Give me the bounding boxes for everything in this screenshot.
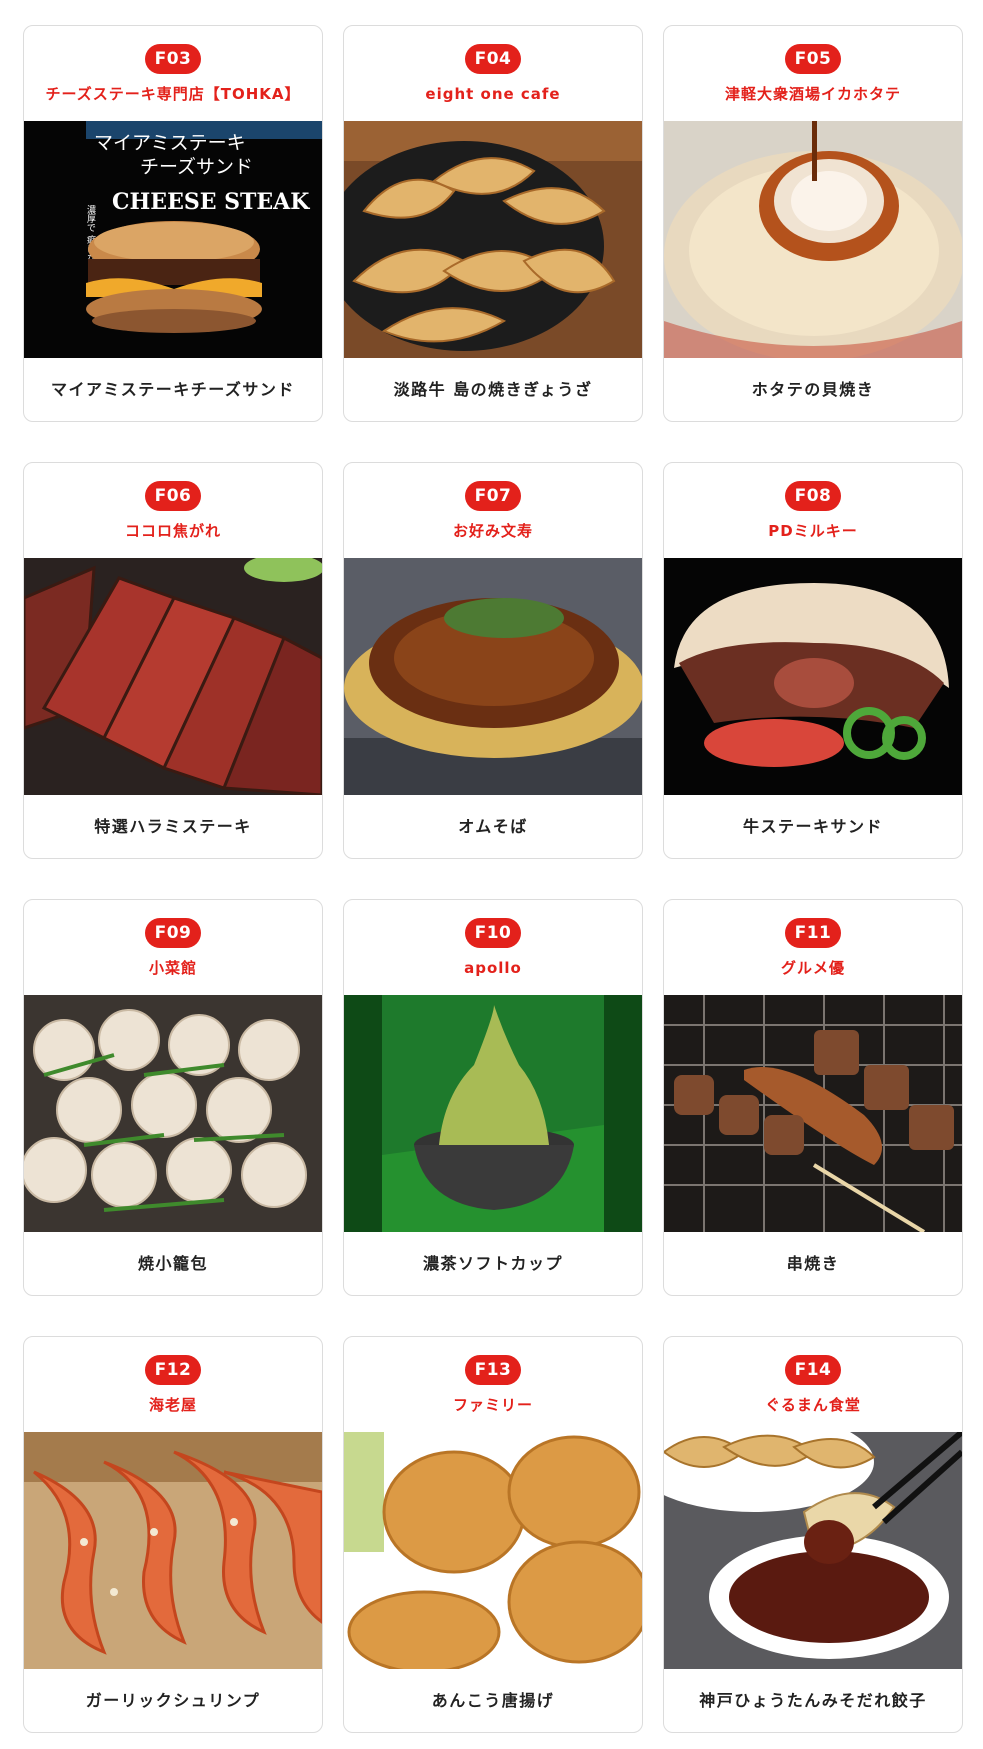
- menu-item-name: 牛ステーキサンド: [742, 817, 883, 836]
- menu-item-name: ホタテの貝焼き: [751, 380, 875, 399]
- food-card-f03[interactable]: F03 チーズステーキ専門店【TOHKA】 マイアミステーキ チーズサンド CH…: [23, 25, 323, 422]
- matcha-soft-serve-photo[interactable]: [344, 995, 642, 1232]
- photo-text-cheese-steak: CHEESE STEAK: [112, 189, 310, 215]
- shop-name: eight one cafe: [425, 85, 561, 103]
- grilled-scallop-photo[interactable]: [664, 121, 962, 358]
- shop-name: ココロ焦がれ: [124, 522, 221, 540]
- shop-name: お好み文寿: [452, 522, 533, 540]
- shop-name: ぐるまん食堂: [765, 1396, 861, 1414]
- fried-monkfish-photo[interactable]: [344, 1432, 642, 1669]
- menu-item-name: 焼小籠包: [137, 1254, 208, 1273]
- food-card-f12[interactable]: F12 海老屋 ガーリックシュリンプ: [23, 1336, 323, 1733]
- food-card-f13[interactable]: F13 ファミリー あんこう唐揚げ: [343, 1336, 643, 1733]
- shop-name: 海老屋: [148, 1396, 197, 1414]
- booth-code-badge: F13: [465, 1355, 521, 1385]
- food-card-f06[interactable]: F06 ココロ焦がれ 特選ハラミステーキ: [23, 462, 323, 859]
- food-card-f14[interactable]: F14 ぐるまん食堂 神戸ひょうたんみそだれ餃子: [663, 1336, 963, 1733]
- booth-code-badge: F10: [465, 918, 521, 948]
- booth-code-badge: F09: [145, 918, 201, 948]
- menu-item-name: あんこう唐揚げ: [431, 1691, 555, 1710]
- booth-code-badge: F14: [785, 1355, 841, 1385]
- miso-dip-gyoza-photo[interactable]: [664, 1432, 962, 1669]
- menu-item-name: 神戸ひょうたんみそだれ餃子: [699, 1691, 927, 1710]
- booth-code-badge: F12: [145, 1355, 201, 1385]
- shop-name: apollo: [464, 959, 522, 977]
- shop-name: 小菜館: [148, 959, 197, 977]
- omusoba-photo[interactable]: [344, 558, 642, 795]
- menu-item-name: 淡路牛 島の焼きぎょうざ: [393, 380, 593, 399]
- booth-code-badge: F05: [785, 44, 841, 74]
- menu-item-name: ガーリックシュリンプ: [85, 1691, 261, 1710]
- menu-item-name: 濃茶ソフトカップ: [422, 1254, 563, 1273]
- booth-code-badge: F06: [145, 481, 201, 511]
- booth-code-badge: F07: [465, 481, 521, 511]
- shop-name: 津軽大衆酒場イカホタテ: [724, 85, 901, 103]
- food-card-f05[interactable]: F05 津軽大衆酒場イカホタテ ホタテの貝焼き: [663, 25, 963, 422]
- shop-name: グルメ優: [780, 959, 845, 977]
- food-card-f08[interactable]: F08 PDミルキー 牛ステーキサンド: [663, 462, 963, 859]
- menu-item-name: 特選ハラミステーキ: [94, 817, 252, 836]
- steak-pita-sandwich-photo[interactable]: [664, 558, 962, 795]
- booth-code-badge: F08: [785, 481, 841, 511]
- skirt-steak-photo[interactable]: [24, 558, 322, 795]
- skewers-photo[interactable]: [664, 995, 962, 1232]
- food-card-f09[interactable]: F09 小菜館 焼小籠包: [23, 899, 323, 1296]
- garlic-shrimp-photo[interactable]: [24, 1432, 322, 1669]
- shop-name: ファミリー: [452, 1396, 533, 1414]
- booth-code-badge: F03: [145, 44, 201, 74]
- photo-text-line1: マイアミステーキ: [94, 132, 246, 154]
- xiaolongbao-photo[interactable]: [24, 995, 322, 1232]
- booth-code-badge: F11: [785, 918, 841, 948]
- booth-code-badge: F04: [465, 44, 521, 74]
- cheese-steak-sandwich-photo[interactable]: マイアミステーキ チーズサンド CHEESE STEAK 濃厚で 癖になる。: [24, 121, 322, 358]
- food-card-f10[interactable]: F10 apollo 濃茶ソフトカップ: [343, 899, 643, 1296]
- food-card-f04[interactable]: F04 eight one cafe 淡路牛 島の焼きぎょうざ: [343, 25, 643, 422]
- menu-item-name: オムそば: [458, 817, 528, 836]
- gyoza-photo[interactable]: [344, 121, 642, 358]
- menu-item-name: マイアミステーキチーズサンド: [51, 380, 295, 399]
- food-card-f11[interactable]: F11 グルメ優 串焼き: [663, 899, 963, 1296]
- food-card-f07[interactable]: F07 お好み文寿 オムそば: [343, 462, 643, 859]
- shop-name: チーズステーキ専門店【TOHKA】: [45, 85, 301, 103]
- shop-name: PDミルキー: [768, 522, 858, 540]
- menu-item-name: 串焼き: [786, 1254, 840, 1273]
- food-menu-grid: F03 チーズステーキ専門店【TOHKA】 マイアミステーキ チーズサンド CH…: [0, 0, 983, 1749]
- photo-text-line2: チーズサンド: [140, 156, 253, 178]
